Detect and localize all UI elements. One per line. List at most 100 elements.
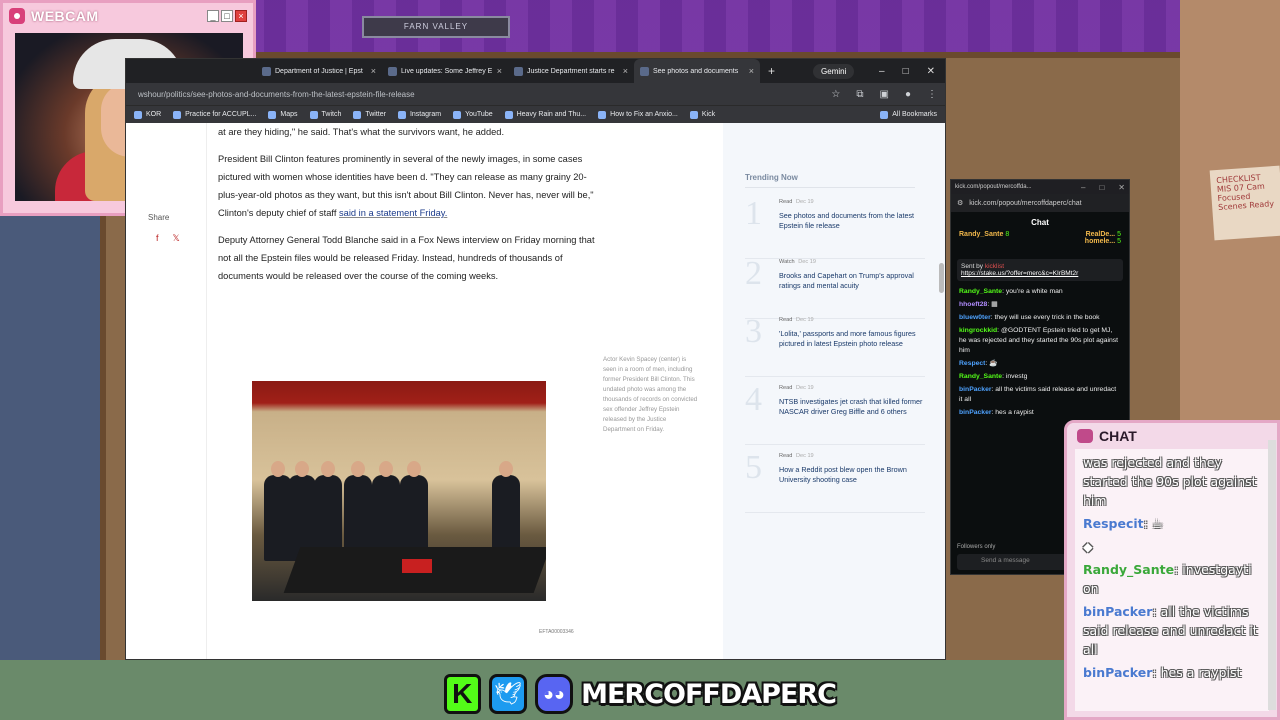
kick-logo-icon: K xyxy=(444,674,481,714)
kick-url[interactable]: kick.com/popout/mercoffdaperc/chat xyxy=(969,200,1081,207)
trending-type: Read xyxy=(779,453,793,459)
chat-username[interactable]: kingrockkid xyxy=(959,327,997,334)
profile-icon[interactable]: ● xyxy=(905,89,911,100)
social-banner: K 🕊 ◕◕ MERCOFFDAPERC xyxy=(438,668,842,720)
chat-username[interactable]: Randy_Sante xyxy=(959,373,1002,380)
overlay-chat-scrollbar[interactable] xyxy=(1268,440,1276,710)
x-icon[interactable]: 𝕏 xyxy=(173,233,180,244)
chat-username[interactable]: binPacker xyxy=(959,409,992,416)
all-bookmarks[interactable]: All Bookmarks xyxy=(880,110,937,119)
menu-icon[interactable]: ⋮ xyxy=(927,89,937,100)
bookmark-item[interactable]: Kick xyxy=(689,110,715,119)
trending-item[interactable]: 1 Read Dec 19 See photos and documents f… xyxy=(745,197,925,259)
trending-date: Dec 19 xyxy=(798,259,816,265)
tab-close-icon[interactable]: × xyxy=(371,66,376,76)
tab-close-icon[interactable]: × xyxy=(623,66,628,76)
chat-text: you're a white man xyxy=(1005,288,1063,295)
maximize-icon[interactable]: □ xyxy=(903,66,909,77)
chat-username[interactable]: bluew0ter xyxy=(959,314,991,321)
article-photo[interactable] xyxy=(252,381,546,601)
chat-username[interactable]: binPacker xyxy=(959,386,992,393)
tab-live-updates[interactable]: Live updates: Some Jeffrey E × xyxy=(382,59,508,83)
photo-caption: Actor Kevin Spacey (center) is seen in a… xyxy=(603,356,698,433)
trending-item[interactable]: 3 Read Dec 19 'Lolita,' passports and mo… xyxy=(745,315,925,377)
pin-header: Sent by kicklist xyxy=(961,263,1119,270)
trending-meta: Read Dec 19 xyxy=(779,385,814,391)
trending-number: 4 xyxy=(745,381,762,418)
emote-icon: ☕ xyxy=(989,360,998,367)
bookmark-item[interactable]: Practice for ACCUPL... xyxy=(173,110,256,119)
facebook-icon[interactable]: f xyxy=(156,233,159,244)
leader-entry: homele... 5 xyxy=(1085,238,1121,245)
url-field[interactable]: wshour/politics/see-photos-and-documents… xyxy=(134,90,831,99)
bookmark-icon xyxy=(134,110,142,119)
trending-type: Watch xyxy=(779,259,795,265)
chat-input[interactable]: Send a message xyxy=(957,554,1067,570)
overlay-chat: CHAT was rejected and they started the 9… xyxy=(1064,420,1280,720)
close-icon[interactable]: ✕ xyxy=(927,66,935,77)
trending-item[interactable]: 5 Read Dec 19 How a Reddit post blew ope… xyxy=(745,451,925,513)
kick-chat-header: Chat xyxy=(1031,218,1049,227)
maximize-icon[interactable]: □ xyxy=(1099,183,1104,192)
bookmark-item[interactable]: KOR xyxy=(134,110,161,119)
bookmark-item[interactable]: Twitch xyxy=(309,110,341,119)
trending-type: Read xyxy=(779,199,793,205)
photo-red-box xyxy=(402,559,432,573)
tab-justice-department[interactable]: Justice Department starts re × xyxy=(508,59,634,83)
bookmark-item[interactable]: Twitter xyxy=(353,110,386,119)
page-scrollbar[interactable] xyxy=(939,263,944,293)
trending-headline[interactable]: 'Lolita,' passports and more famous figu… xyxy=(779,329,925,349)
trending-headline[interactable]: See photos and documents from the latest… xyxy=(779,211,925,231)
article-paragraph: President Bill Clinton features prominen… xyxy=(218,150,598,222)
gemini-button[interactable]: Gemini xyxy=(813,63,855,79)
bookmark-star-icon[interactable]: ☆ xyxy=(831,89,840,100)
article-paragraph: at are they hiding," he said. That's wha… xyxy=(218,127,505,137)
bookmark-item[interactable]: How to Fix an Anxio... xyxy=(598,110,678,119)
cast-icon[interactable]: ▣ xyxy=(880,89,889,100)
extensions-icon[interactable]: ⧉ xyxy=(856,89,863,100)
leader-count: 8 xyxy=(1005,231,1010,238)
trending-date: Dec 19 xyxy=(795,453,814,459)
bookmark-item[interactable]: Heavy Rain and Thu... xyxy=(504,110,586,119)
chat-message: Respect: ☕ xyxy=(959,360,998,367)
bookmark-item[interactable]: YouTube xyxy=(453,110,493,119)
trending-item[interactable]: 2 Watch Dec 19 Brooks and Capehart on Tr… xyxy=(745,257,925,319)
trending-headline[interactable]: How a Reddit post blew open the Brown Un… xyxy=(779,465,925,485)
chat-username[interactable]: Respect xyxy=(959,360,985,367)
background-shelf xyxy=(0,200,110,660)
chat-text: investg xyxy=(1005,373,1028,380)
tab-see-photos[interactable]: See photos and documents × xyxy=(634,59,760,83)
trending-headline[interactable]: Brooks and Capehart on Trump's approval … xyxy=(779,271,925,291)
chat-bubble-icon xyxy=(1077,429,1093,443)
new-tab-icon[interactable]: + xyxy=(760,64,783,78)
settings-icon[interactable]: ⚙ xyxy=(957,199,963,207)
tab-label: Live updates: Some Jeffrey E xyxy=(401,67,493,75)
chat-username[interactable]: Randy_Sante xyxy=(959,288,1002,295)
background-sign: FARN VALLEY xyxy=(362,16,510,38)
close-icon[interactable]: ✕ xyxy=(1118,183,1125,192)
leader-name: homele... xyxy=(1084,238,1116,245)
trending-number: 2 xyxy=(745,255,762,292)
share-icons: f 𝕏 xyxy=(156,233,180,244)
trending-headline[interactable]: NTSB investigates jet crash that killed … xyxy=(779,397,925,417)
article-body: at are they hiding," he said. That's wha… xyxy=(218,123,598,294)
pin-link[interactable]: https://stake.us/?offer=merc&c=KIrBMt2r xyxy=(961,270,1119,277)
tab-close-icon[interactable]: × xyxy=(497,66,502,76)
tab-doj[interactable]: Department of Justice | Epst × xyxy=(256,59,382,83)
tab-label: Department of Justice | Epst xyxy=(275,67,363,75)
minimize-icon[interactable]: – xyxy=(1081,183,1085,192)
trending-item[interactable]: 4 Read Dec 19 NTSB investigates jet cras… xyxy=(745,383,925,445)
bookmark-item[interactable]: Instagram xyxy=(397,110,441,119)
overlay-chat-header: CHAT xyxy=(1067,423,1277,449)
toolbar-icons: ☆ ⧉ ▣ ● ⋮ xyxy=(831,89,937,100)
trending-date: Dec 19 xyxy=(795,199,814,205)
bookmark-item[interactable]: Maps xyxy=(268,110,298,119)
minimize-icon: _ xyxy=(207,10,219,22)
tab-bar: Department of Justice | Epst × Live upda… xyxy=(126,59,945,83)
chat-username[interactable]: hhoeft28 xyxy=(959,301,987,308)
tab-close-icon[interactable]: × xyxy=(749,66,754,76)
statement-link[interactable]: said in a statement Friday. xyxy=(339,208,447,218)
minimize-icon[interactable]: – xyxy=(879,66,885,77)
kick-address-bar: ⚙ kick.com/popout/mercoffdaperc/chat xyxy=(951,194,1129,212)
overlay-chat-text: was rejected and they started the 90s pl… xyxy=(1083,455,1257,508)
